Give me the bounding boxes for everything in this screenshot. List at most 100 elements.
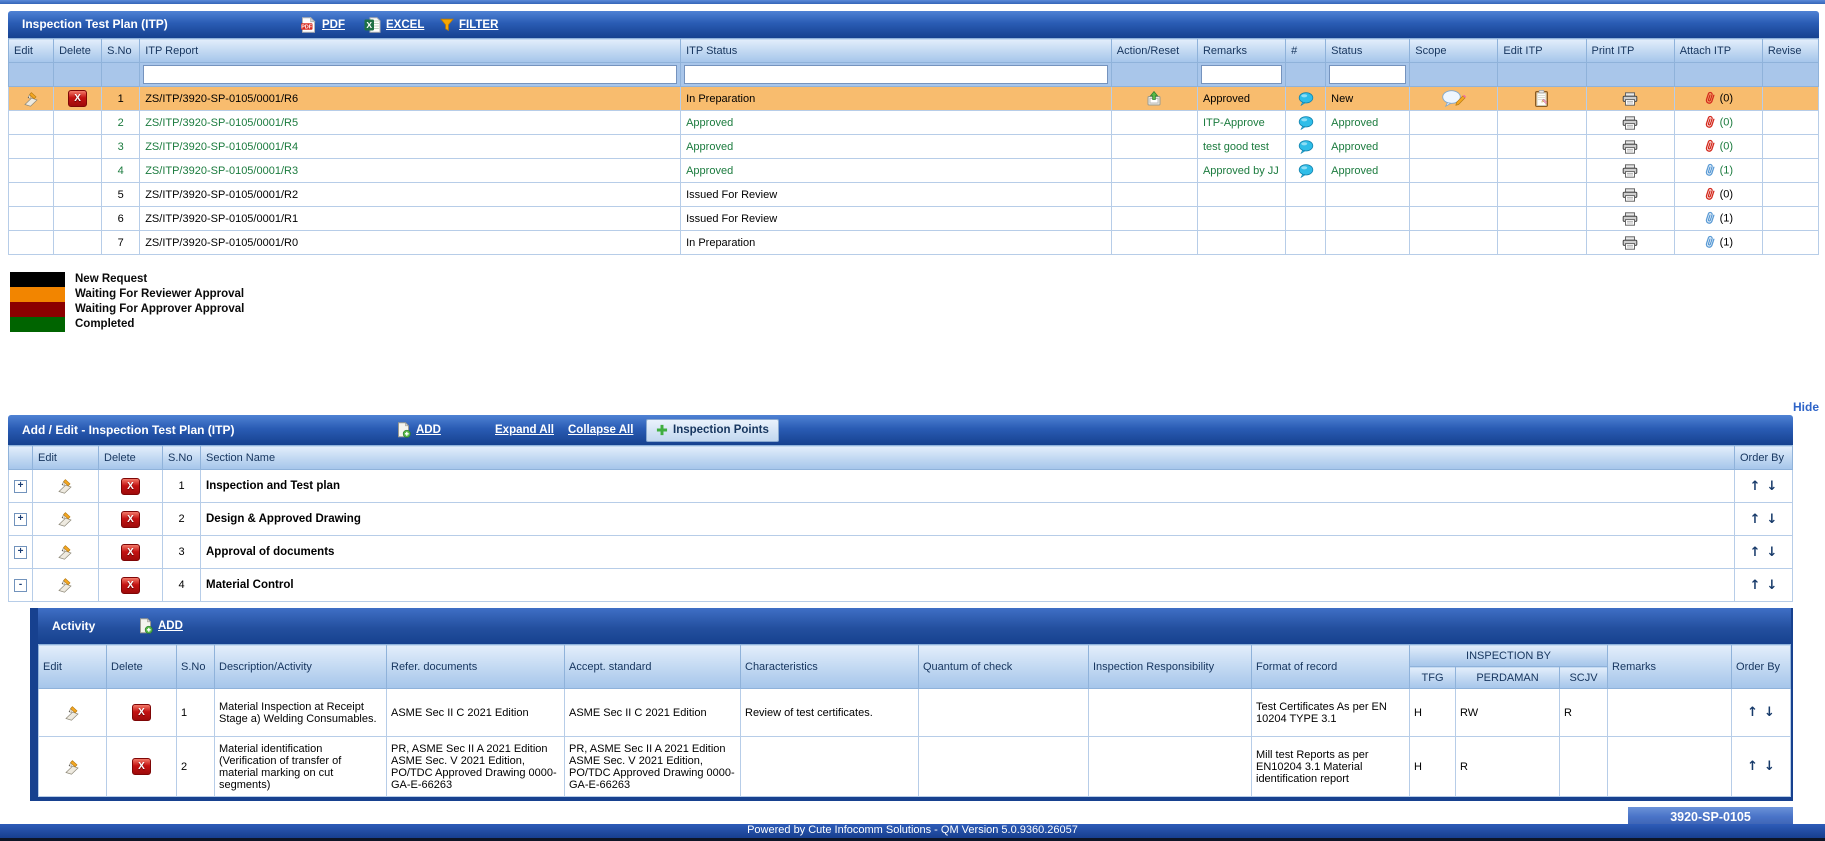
filter-link[interactable]: FILTER bbox=[459, 19, 498, 31]
remark-bubble-icon[interactable] bbox=[1298, 140, 1314, 154]
pdf-link[interactable]: PDF bbox=[322, 19, 345, 31]
delete-icon[interactable]: X bbox=[121, 577, 140, 594]
itp-table: EditDeleteS.NoITP ReportITP StatusAction… bbox=[8, 38, 1819, 255]
pdf-button[interactable]: PDF PDF bbox=[300, 11, 345, 38]
itp-row: 4ZS/ITP/3920-SP-0105/0001/R3ApprovedAppr… bbox=[9, 159, 1819, 183]
edit-cell bbox=[33, 503, 99, 536]
scope-icon[interactable] bbox=[1442, 90, 1466, 107]
legend-label: New Request bbox=[75, 272, 147, 287]
sno-cell: 2 bbox=[163, 503, 201, 536]
legend-item: Completed bbox=[10, 317, 1825, 332]
itp-status-cell: Issued For Review bbox=[681, 183, 1112, 207]
edit-icon[interactable] bbox=[22, 91, 41, 107]
print-icon[interactable] bbox=[1622, 116, 1638, 130]
status-cell: Approved bbox=[1326, 111, 1410, 135]
attachment-icon[interactable] bbox=[1704, 91, 1717, 106]
order-up-icon[interactable]: ↑ bbox=[1747, 705, 1758, 720]
inspection-points-button[interactable]: Inspection Points bbox=[646, 419, 779, 442]
add-activity-link[interactable]: ADD bbox=[158, 620, 183, 632]
remarks-cell: Approved by JJ bbox=[1197, 159, 1285, 183]
column-header-s_no: S.No bbox=[163, 446, 201, 470]
excel-button[interactable]: X EXCEL bbox=[364, 11, 424, 38]
attachment-icon[interactable] bbox=[1704, 187, 1717, 202]
print-icon[interactable] bbox=[1622, 236, 1638, 250]
edit-icon[interactable] bbox=[56, 577, 75, 593]
order-up-icon[interactable]: ↑ bbox=[1750, 479, 1761, 494]
edit-icon[interactable] bbox=[63, 705, 82, 721]
accept-standard-cell: PR, ASME Sec II A 2021 Edition ASME Sec.… bbox=[565, 737, 741, 797]
order-down-icon[interactable]: ↓ bbox=[1767, 545, 1778, 560]
order-up-icon[interactable]: ↑ bbox=[1747, 759, 1758, 774]
hide-link[interactable]: Hide bbox=[1793, 400, 1819, 414]
delete-icon[interactable]: X bbox=[132, 704, 151, 721]
delete-icon[interactable]: X bbox=[121, 478, 140, 495]
attachment-icon[interactable] bbox=[1704, 163, 1717, 178]
attachment-icon[interactable] bbox=[1704, 235, 1717, 250]
order-down-icon[interactable]: ↓ bbox=[1764, 705, 1775, 720]
edit-icon[interactable] bbox=[63, 759, 82, 775]
add-activity-button[interactable]: ADD bbox=[138, 608, 183, 644]
sno-cell: 2 bbox=[177, 737, 215, 797]
remark-icon-cell bbox=[1286, 231, 1326, 255]
order-up-icon[interactable]: ↑ bbox=[1750, 578, 1761, 593]
itp-report-cell: ZS/ITP/3920-SP-0105/0001/R6 bbox=[140, 87, 681, 111]
scope-cell bbox=[1410, 135, 1498, 159]
edit-itp-icon[interactable] bbox=[1534, 90, 1549, 107]
delete-cell: X bbox=[107, 689, 177, 737]
print-icon[interactable] bbox=[1622, 140, 1638, 154]
delete-icon[interactable]: X bbox=[121, 544, 140, 561]
attach-itp-cell: (0) bbox=[1674, 111, 1762, 135]
remark-bubble-icon[interactable] bbox=[1298, 92, 1314, 106]
filter-cell-print_itp bbox=[1586, 63, 1674, 87]
column-header-edit: Edit bbox=[9, 39, 54, 63]
expand-all-link[interactable]: Expand All bbox=[495, 424, 554, 436]
attachment-icon[interactable] bbox=[1704, 211, 1717, 226]
itp-report-cell: ZS/ITP/3920-SP-0105/0001/R5 bbox=[140, 111, 681, 135]
order-up-icon[interactable]: ↑ bbox=[1750, 512, 1761, 527]
collapse-all-link[interactable]: Collapse All bbox=[568, 424, 633, 436]
edit-cell bbox=[9, 231, 54, 255]
expand-icon[interactable]: + bbox=[14, 480, 27, 493]
order-down-icon[interactable]: ↓ bbox=[1767, 578, 1778, 593]
attachment-icon[interactable] bbox=[1704, 139, 1717, 154]
order-up-icon[interactable]: ↑ bbox=[1750, 545, 1761, 560]
filter-button[interactable]: FILTER bbox=[440, 11, 498, 38]
order-by-cell: ↑↓ bbox=[1735, 536, 1793, 569]
action-reset-icon[interactable] bbox=[1146, 91, 1162, 106]
delete-icon[interactable]: X bbox=[68, 90, 87, 107]
print-icon[interactable] bbox=[1622, 188, 1638, 202]
action-reset-cell bbox=[1111, 135, 1197, 159]
expander-cell: + bbox=[9, 503, 33, 536]
activity-panel-header: Activity ADD bbox=[38, 608, 1791, 644]
delete-cell: X bbox=[107, 737, 177, 797]
filter-input-itp_status[interactable] bbox=[684, 65, 1108, 84]
attachment-icon[interactable] bbox=[1704, 115, 1717, 130]
collapse-icon[interactable]: - bbox=[14, 579, 27, 592]
add-section-link[interactable]: ADD bbox=[416, 424, 441, 436]
edit-icon[interactable] bbox=[56, 544, 75, 560]
filter-input-remarks[interactable] bbox=[1201, 65, 1282, 84]
add-section-button[interactable]: ADD bbox=[396, 415, 441, 445]
order-down-icon[interactable]: ↓ bbox=[1764, 759, 1775, 774]
print-icon[interactable] bbox=[1622, 164, 1638, 178]
delete-icon[interactable]: X bbox=[132, 758, 151, 775]
edit-icon[interactable] bbox=[56, 478, 75, 494]
activity-table: EditDeleteS.NoDescription/ActivityRefer.… bbox=[38, 644, 1791, 797]
order-down-icon[interactable]: ↓ bbox=[1767, 479, 1778, 494]
filter-input-itp_report[interactable] bbox=[143, 65, 677, 84]
edit-icon[interactable] bbox=[56, 511, 75, 527]
print-icon[interactable] bbox=[1622, 212, 1638, 226]
filter-cell-s_no bbox=[102, 63, 140, 87]
expand-icon[interactable]: + bbox=[14, 513, 27, 526]
print-icon[interactable] bbox=[1622, 92, 1638, 106]
delete-cell bbox=[54, 183, 102, 207]
legend-label: Completed bbox=[75, 317, 134, 332]
remark-bubble-icon[interactable] bbox=[1298, 164, 1314, 178]
filter-input-status[interactable] bbox=[1329, 65, 1406, 84]
delete-icon[interactable]: X bbox=[121, 511, 140, 528]
expand-icon[interactable]: + bbox=[14, 546, 27, 559]
order-down-icon[interactable]: ↓ bbox=[1767, 512, 1778, 527]
remark-bubble-icon[interactable] bbox=[1298, 116, 1314, 130]
excel-link[interactable]: EXCEL bbox=[386, 19, 424, 31]
column-header-characteristics: Characteristics bbox=[741, 645, 919, 689]
